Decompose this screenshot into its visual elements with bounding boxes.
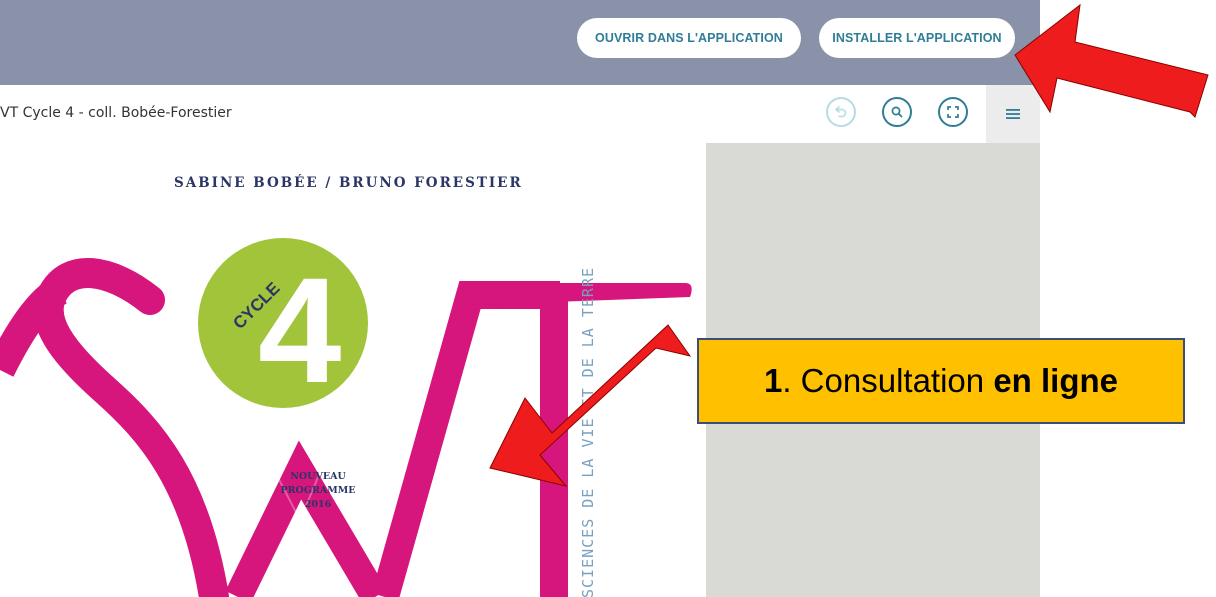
annotation-arrows — [489, 3, 1209, 487]
arrow-to-page — [489, 324, 692, 487]
arrow-to-install — [1014, 3, 1209, 118]
